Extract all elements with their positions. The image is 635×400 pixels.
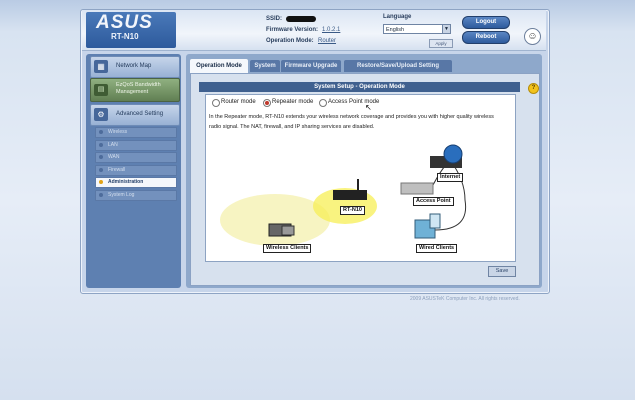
router-mode-label: Router mode xyxy=(221,99,256,105)
sidebar-item-wan[interactable]: WAN xyxy=(95,152,177,163)
sidebar-item-label: Administration xyxy=(108,179,144,185)
bullet-icon xyxy=(99,193,103,197)
help-icon[interactable]: ? xyxy=(528,83,539,94)
chevron-down-icon: ▼ xyxy=(442,25,450,33)
bullet-icon xyxy=(99,143,103,147)
mouse-cursor-icon: ↖ xyxy=(365,103,372,112)
diagram-label-wired-clients: Wired Clients xyxy=(416,244,458,253)
sidebar-item-label: EzQoS Bandwidth Management xyxy=(116,82,161,95)
sidebar-item-wireless[interactable]: Wireless xyxy=(95,127,177,138)
wired-clients-icon xyxy=(414,213,441,239)
firmware-version-link[interactable]: 1.0.2.1 xyxy=(322,27,340,33)
network-diagram xyxy=(220,144,467,246)
language-value: English xyxy=(386,27,405,33)
access-point-mode-radio[interactable] xyxy=(319,99,327,107)
tab-restore-save-upload[interactable]: Restore/Save/Upload Setting xyxy=(344,60,452,72)
copyright-footer: 2009 ASUSTeK Computer Inc. All rights re… xyxy=(410,296,520,302)
diagram-label-wireless-clients: Wireless Clients xyxy=(263,244,312,253)
internet-icon xyxy=(430,144,463,168)
wireless-coverage-area xyxy=(220,194,330,246)
sidebar-item-firewall[interactable]: Firewall xyxy=(95,165,177,176)
brand-logo: ASUS xyxy=(96,12,153,33)
tab-firmware-upgrade[interactable]: Firmware Upgrade xyxy=(281,60,341,72)
sidebar-item-label: LAN xyxy=(108,142,118,148)
sidebar-item-ezqos[interactable]: ▤ EzQoS Bandwidth Management xyxy=(90,78,180,102)
sidebar-item-system-log[interactable]: System Log xyxy=(95,190,177,201)
diagram-label-internet: Internet xyxy=(437,173,464,182)
diagram-label-access-point: Access Point xyxy=(413,197,454,206)
mode-description: In the Repeater mode, RT-N10 extends you… xyxy=(209,114,494,130)
apply-language-button[interactable]: Apply xyxy=(429,39,453,48)
repeater-mode-radio[interactable] xyxy=(263,99,271,107)
access-point-icon xyxy=(400,182,434,195)
repeater-mode-label: Repeater mode xyxy=(272,99,314,105)
opmode-label: Operation Mode: xyxy=(266,38,314,44)
qos-icon: ▤ xyxy=(94,84,108,96)
ssid-label: SSID: xyxy=(266,16,283,22)
opmode-link[interactable]: Router xyxy=(318,38,336,44)
bullet-icon xyxy=(99,155,103,159)
bullet-icon xyxy=(99,130,103,134)
tab-operation-mode[interactable]: Operation Mode xyxy=(190,59,248,73)
sidebar-item-label: Network Map xyxy=(116,63,152,69)
network-map-icon: ▦ xyxy=(94,60,108,73)
panel-title: System Setup - Operation Mode xyxy=(199,82,520,92)
ssid-redacted xyxy=(286,16,316,22)
model-name: RT-N10 xyxy=(111,32,139,41)
language-label: Language xyxy=(383,14,412,20)
sidebar-item-label: Firewall xyxy=(108,167,126,173)
tab-system[interactable]: System xyxy=(250,60,280,72)
firmware-label: Firmware Version: xyxy=(266,27,319,33)
sidebar-item-label: Wireless xyxy=(108,129,128,135)
sidebar-item-advanced-setting[interactable]: ⚙ Advanced Setting xyxy=(90,104,180,126)
sidebar-item-label: WAN xyxy=(108,154,120,160)
sidebar-item-network-map[interactable]: ▦ Network Map xyxy=(90,56,180,78)
sidebar-item-label: Advanced Setting xyxy=(116,111,164,117)
diagram-label-router: RT-N10 xyxy=(340,206,365,215)
advanced-setting-icon: ⚙ xyxy=(94,108,108,121)
wireless-clients-icon xyxy=(268,223,295,237)
language-select[interactable]: English ▼ xyxy=(383,24,451,34)
bullet-icon xyxy=(99,180,103,184)
reboot-button[interactable]: Reboot xyxy=(462,31,510,44)
sidebar-item-administration[interactable]: Administration xyxy=(95,177,177,188)
save-button[interactable]: Save xyxy=(488,266,516,277)
bullet-icon xyxy=(99,168,103,172)
logout-button[interactable]: Logout xyxy=(462,16,510,29)
sidebar-item-lan[interactable]: LAN xyxy=(95,140,177,151)
sidebar-item-label: System Log xyxy=(108,192,135,198)
smiley-icon: ☺ xyxy=(524,28,541,45)
router-mode-radio[interactable] xyxy=(212,99,220,107)
